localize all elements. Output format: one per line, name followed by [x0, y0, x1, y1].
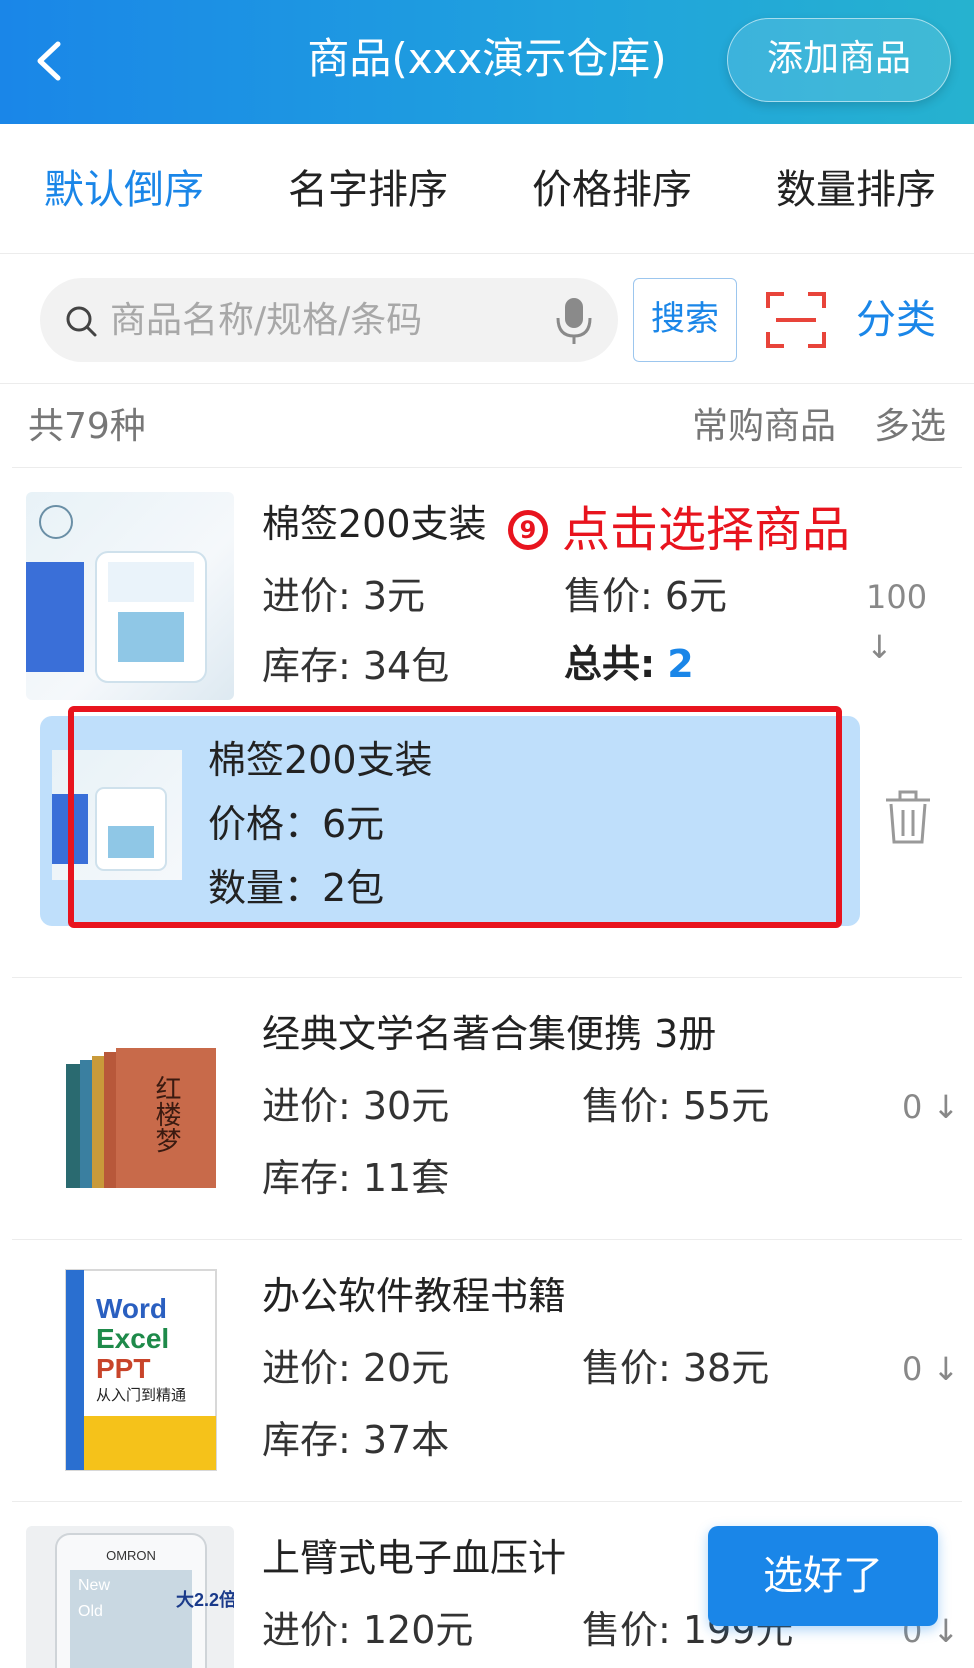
purchase-price: 进价: 3元 [262, 574, 426, 618]
trash-icon[interactable] [884, 790, 932, 846]
search-icon [66, 306, 97, 337]
product-thumbnail: 红楼梦 [26, 1004, 234, 1212]
total-value: 2 [667, 642, 694, 686]
product-thumbnail [26, 492, 234, 700]
thumb-ppt-text: PPT [96, 1353, 150, 1384]
sale-price: 售价: 55元 [582, 1084, 770, 1128]
thumb-word-text: Word [96, 1293, 167, 1324]
quantity-control[interactable]: 0 ↓ [902, 1082, 959, 1132]
tab-name-sort[interactable]: 名字排序 [288, 162, 448, 218]
product-thumbnail: Word Excel PPT 从入门到精通 [26, 1266, 234, 1474]
stock-count: 库存: 34包 [262, 644, 450, 688]
search-box [40, 278, 618, 362]
add-product-button[interactable]: 添加商品 [727, 18, 951, 102]
stock-count: 库存: 37本 [262, 1418, 450, 1462]
sale-price: 售价: 6元 [564, 574, 728, 618]
product-thumbnail: OMRON New Old 大2.2倍 [26, 1526, 234, 1668]
tab-quantity-sort[interactable]: 数量排序 [776, 162, 936, 218]
microphone-icon[interactable] [554, 296, 594, 346]
done-button[interactable]: 选好了 [708, 1526, 938, 1626]
product-count: 共79种 [28, 406, 146, 447]
annotation-text: 点击选择商品 [562, 502, 851, 558]
product-row[interactable]: 红楼梦 经典文学名著合集便携 3册 进价: 30元 售价: 55元 库存: 11… [12, 978, 962, 1240]
thumb-subtitle-text: 从入门到精通 [96, 1386, 186, 1404]
search-button[interactable]: 搜索 [633, 278, 737, 362]
tab-default-desc[interactable]: 默认倒序 [44, 162, 204, 218]
product-name: 上臂式电子血压计 [262, 1536, 567, 1580]
quantity-control[interactable]: 100 ↓ [866, 572, 962, 672]
frequent-products-link[interactable]: 常购商品 [692, 402, 836, 452]
highlight-annotation-box [68, 706, 842, 928]
product-name: 经典文学名著合集便携 3册 [262, 1012, 717, 1056]
search-input[interactable] [110, 290, 530, 350]
book-cover-title: 红楼梦 [151, 1075, 181, 1153]
list-summary: 共79种 常购商品 多选 [12, 384, 962, 468]
purchase-price: 进价: 30元 [262, 1084, 450, 1128]
app-header: 商品(xxx演示仓库) 添加商品 [0, 0, 974, 124]
thumb-old-text: Old [78, 1603, 103, 1620]
thumb-brand-text: OMRON [106, 1548, 156, 1563]
product-row[interactable]: Word Excel PPT 从入门到精通 办公软件教程书籍 进价: 20元 售… [12, 1240, 962, 1502]
multi-select-link[interactable]: 多选 [874, 402, 946, 452]
sale-price: 售价: 38元 [582, 1346, 770, 1390]
thumb-new-text: New [78, 1577, 110, 1594]
product-name: 办公软件教程书籍 [262, 1274, 567, 1318]
tab-price-sort[interactable]: 价格排序 [532, 162, 692, 218]
scan-icon[interactable] [766, 290, 826, 350]
purchase-price: 进价: 20元 [262, 1346, 450, 1390]
step-annotation: 9 点击选择商品 [508, 498, 850, 562]
annotation-step-number: 9 [508, 510, 548, 550]
purchase-price: 进价: 120元 [262, 1608, 474, 1652]
thumb-badge-text: 大2.2倍 [176, 1589, 234, 1610]
total-count: 总共: 2 [564, 636, 694, 692]
sort-tabs: 默认倒序 名字排序 价格排序 数量排序 [0, 124, 974, 254]
total-label: 总共: [564, 642, 656, 686]
stock-count: 库存: 11套 [262, 1156, 450, 1200]
thumb-excel-text: Excel [96, 1323, 169, 1354]
product-name: 棉签200支装 [262, 502, 487, 546]
search-bar: 搜索 分类 [0, 254, 974, 384]
category-button[interactable]: 分类 [856, 290, 936, 350]
quantity-control[interactable]: 0 ↓ [902, 1344, 959, 1394]
